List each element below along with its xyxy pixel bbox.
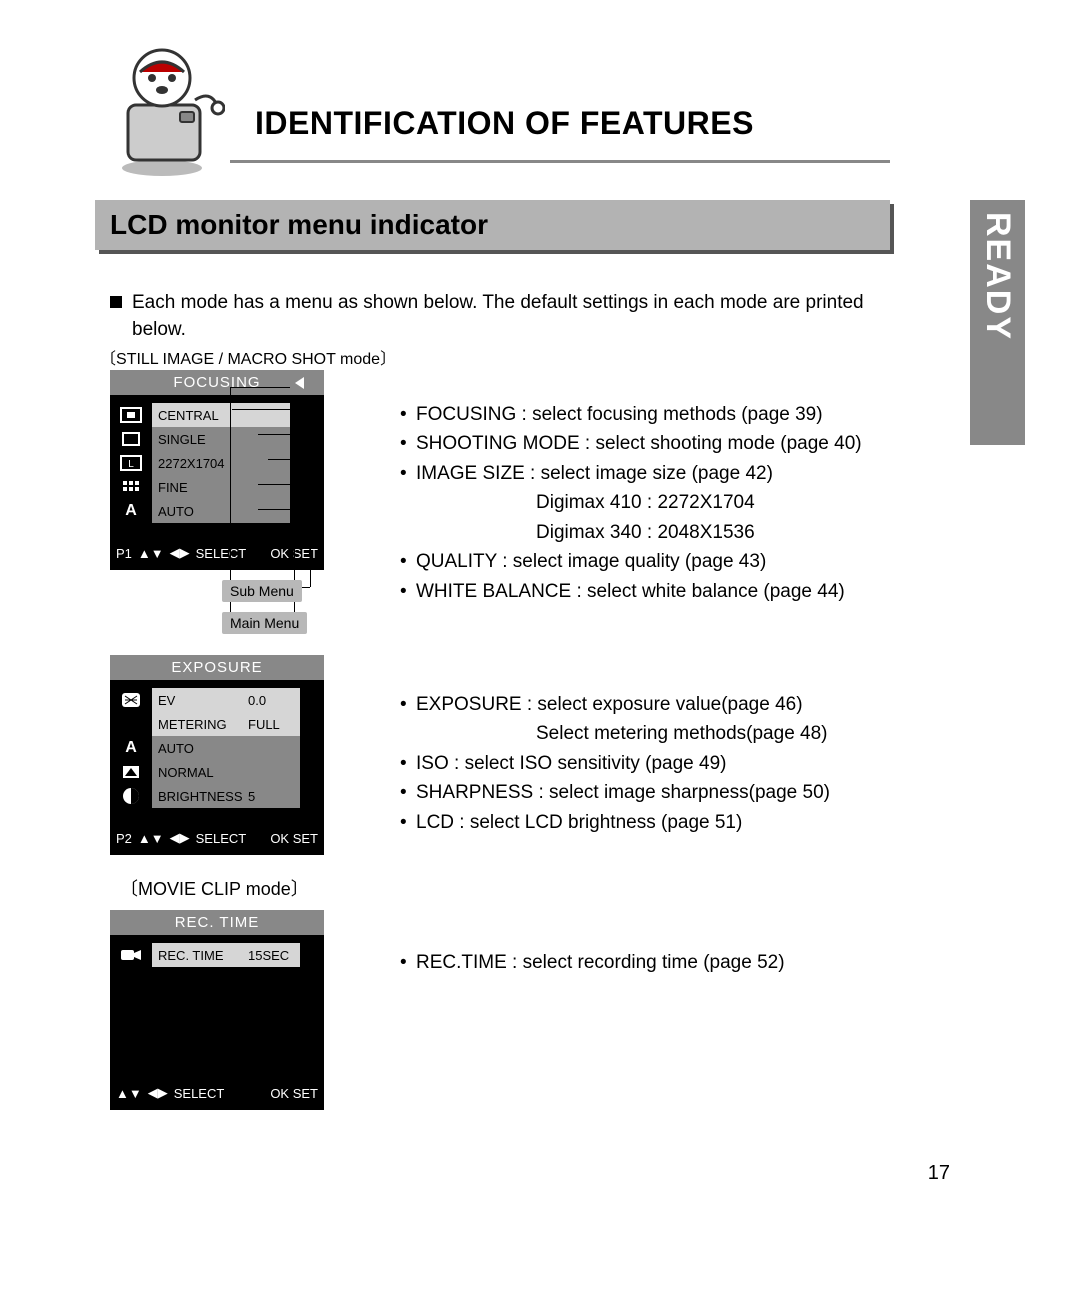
single-shot-icon [116, 427, 146, 451]
lcd-icon-column: L A [116, 403, 146, 523]
callout-submenu: Sub Menu [222, 580, 302, 602]
menu-item: FINE [150, 475, 290, 499]
lcd-header: EXPOSURE [110, 655, 324, 680]
lcd-value-column: 15SEC [244, 943, 300, 967]
menu-item: EV [150, 688, 244, 712]
quality-grid-icon [116, 475, 146, 499]
menu-item: AUTO [150, 736, 244, 760]
desc-line: SHOOTING MODE : select shooting mode (pa… [416, 429, 862, 458]
lcd-bright-icon [116, 784, 146, 808]
desc-line: SHARPNESS : select image sharpness(page … [416, 778, 830, 807]
svg-text:L: L [128, 459, 134, 470]
desc-line: WHITE BALANCE : select white balance (pa… [416, 577, 845, 606]
focus-area-icon [116, 403, 146, 427]
lcd-value-column: 0.0 FULL 5 [244, 688, 300, 808]
size-l-icon: L [116, 451, 146, 475]
menu-item: REC. TIME [150, 943, 244, 967]
desc-line: ISO : select ISO sensitivity (page 49) [416, 749, 726, 778]
page-title: IDENTIFICATION OF FEATURES [230, 105, 890, 160]
sharpness-icon [116, 760, 146, 784]
value-item: 5 [244, 784, 300, 808]
desc-focusing: •FOCUSING : select focusing methods (pag… [400, 400, 920, 606]
desc-line: LCD : select LCD brightness (page 51) [416, 808, 742, 837]
section-tab-ready: READY [970, 200, 1025, 445]
menu-item: NORMAL [150, 760, 244, 784]
value-item [244, 760, 300, 784]
ev-icon [116, 688, 146, 712]
intro-text: Each mode has a menu as shown below. The… [132, 290, 890, 343]
leftright-arrows-icon: ◀▶ [170, 830, 190, 846]
desc-line: IMAGE SIZE : select image size (page 42) [416, 459, 773, 488]
iso-a-icon: A [116, 736, 146, 760]
lcd-icon-column [116, 943, 146, 967]
updown-arrows-icon: ▲▼ [116, 1086, 142, 1101]
menu-item: 2272X1704 [150, 451, 290, 475]
lcd-footer: P2 ▲▼ ◀▶ SELECT OK SET [110, 824, 324, 852]
section-header: LCD monitor menu indicator [95, 200, 890, 250]
updown-arrows-icon: ▲▼ [138, 546, 164, 561]
menu-item: METERING [150, 712, 244, 736]
mode-label-still: 〔STILL IMAGE / MACRO SHOT mode〕 [100, 345, 396, 369]
lcd-menu-column: REC. TIME [150, 943, 244, 967]
mascot-illustration [100, 30, 225, 180]
movie-icon [116, 943, 146, 967]
desc-exposure: •EXPOSURE : select exposure value(page 4… [400, 690, 920, 837]
auto-a-icon: A [116, 499, 146, 523]
manual-page: READY IDENTIFICATION OF FEATURES LCD mon… [0, 0, 1080, 1295]
desc-line: REC.TIME : select recording time (page 5… [416, 948, 785, 977]
lcd-panel-rectime: REC. TIME REC. TIME 15SEC ▲▼ ◀▶ SELECT O… [110, 910, 324, 1110]
menu-item: AUTO [150, 499, 290, 523]
desc-line: Digimax 410 : 2272X1704 [416, 488, 755, 517]
blank-icon [116, 712, 146, 736]
lcd-header: REC. TIME [110, 910, 324, 935]
desc-rectime: •REC.TIME : select recording time (page … [400, 948, 920, 977]
lcd-menu-column: CENTRAL SINGLE 2272X1704 FINE AUTO [150, 403, 290, 523]
lcd-footer: ▲▼ ◀▶ SELECT OK SET [110, 1079, 324, 1107]
updown-arrows-icon: ▲▼ [138, 831, 164, 846]
mode-label-movie: 〔MOVIE CLIP mode〕 [120, 875, 309, 901]
desc-line: EXPOSURE : select exposure value(page 46… [416, 690, 803, 719]
square-bullet-icon [110, 296, 122, 308]
menu-item: BRIGHTNESS [150, 784, 244, 808]
menu-item: CENTRAL [150, 403, 290, 427]
arrow-left-icon [295, 377, 304, 389]
desc-line: QUALITY : select image quality (page 43) [416, 547, 766, 576]
value-item [244, 736, 300, 760]
desc-line: Select metering methods(page 48) [416, 719, 828, 748]
section-title: LCD monitor menu indicator [110, 209, 488, 241]
lcd-panel-focusing: FOCUSING L A CENTRAL SINGLE 2272X1704 FI… [110, 370, 324, 570]
desc-line: Digimax 340 : 2048X1536 [416, 518, 755, 547]
lcd-icon-column: A [116, 688, 146, 808]
leftright-arrows-icon: ◀▶ [148, 1085, 168, 1101]
menu-item: SINGLE [150, 427, 290, 451]
callout-mainmenu: Main Menu [222, 612, 307, 634]
lcd-menu-column: EV METERING AUTO NORMAL BRIGHTNESS [150, 688, 244, 808]
lcd-footer: P1 ▲▼ ◀▶ SELECT OK SET [110, 539, 324, 567]
page-title-block: IDENTIFICATION OF FEATURES [230, 105, 890, 163]
value-item: FULL [244, 712, 300, 736]
leftright-arrows-icon: ◀▶ [170, 545, 190, 561]
lcd-panel-exposure: EXPOSURE A EV METERING AUTO NORMAL BRIGH… [110, 655, 324, 855]
page-number: 17 [928, 1162, 950, 1185]
intro-paragraph: Each mode has a menu as shown below. The… [110, 290, 890, 343]
desc-line: FOCUSING : select focusing methods (page… [416, 400, 823, 429]
value-item: 0.0 [244, 688, 300, 712]
lcd-header: FOCUSING [110, 370, 324, 395]
value-item: 15SEC [244, 943, 300, 967]
